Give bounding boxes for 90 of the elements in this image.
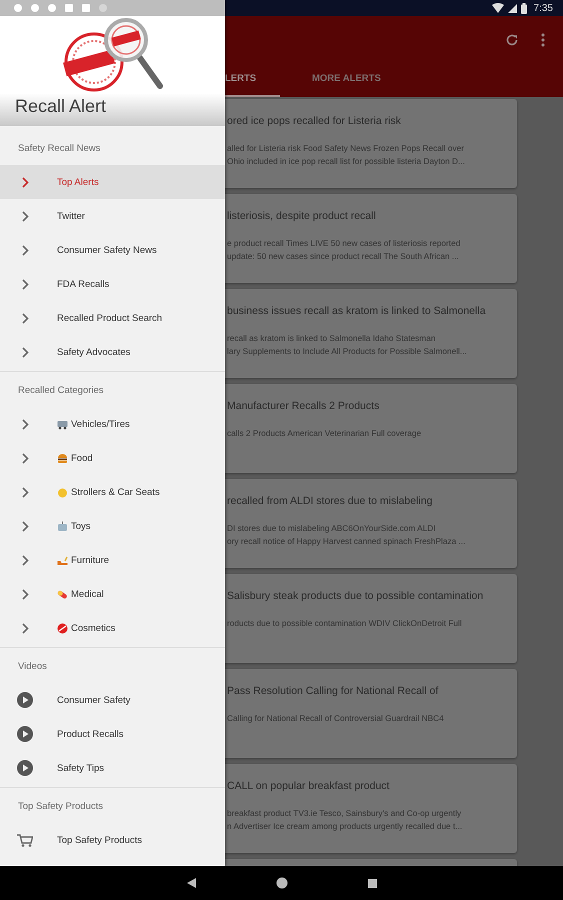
menu-item[interactable]: Vehicles/Tires bbox=[0, 407, 225, 441]
article-snippet: update: 50 new cases since product recall The South African ... bbox=[227, 251, 459, 261]
battery-icon bbox=[520, 2, 527, 14]
menu-item-label: Recalled Product Search bbox=[57, 312, 162, 324]
menu-item-label: FDA Recalls bbox=[57, 278, 110, 290]
section-heading: Safety Recall News bbox=[17, 142, 100, 156]
menu-item[interactable]: Product Recalls bbox=[0, 717, 225, 751]
menu-item[interactable]: Cosmetics bbox=[0, 611, 225, 645]
section-heading: Top Safety Products bbox=[17, 800, 104, 814]
menu-item-label: Food bbox=[71, 452, 93, 464]
chevron-icon bbox=[22, 210, 29, 222]
play-icon bbox=[17, 726, 33, 742]
article-title: ored ice pops recalled for Listeria risk bbox=[227, 115, 401, 127]
menu-item[interactable]: Twitter bbox=[0, 199, 225, 233]
article-snippet: calls 2 Products American Veterinarian Full coverage bbox=[227, 428, 422, 438]
chevron-icon bbox=[22, 452, 29, 464]
square-icon bbox=[65, 4, 73, 12]
drawer-title: Recall Alert bbox=[15, 96, 106, 117]
chevron-icon bbox=[22, 622, 29, 634]
chevron-icon bbox=[22, 278, 29, 290]
section-heading: Videos bbox=[17, 660, 47, 674]
menu-item-label: Twitter bbox=[57, 210, 85, 222]
menu-item-label: Medical bbox=[71, 588, 104, 600]
back-icon[interactable] bbox=[186, 878, 196, 888]
cart-icon bbox=[17, 834, 33, 846]
chevron-icon bbox=[22, 418, 29, 430]
menu-item-label: Top Alerts bbox=[57, 176, 99, 188]
refresh-icon[interactable] bbox=[505, 33, 519, 47]
article-title: recalled from ALDI stores due to mislabeling bbox=[227, 495, 432, 507]
menu-item[interactable]: Consumer Safety News bbox=[0, 233, 225, 267]
menu-item[interactable]: Recalled Product Search bbox=[0, 301, 225, 335]
circle-icon bbox=[99, 4, 107, 12]
menu-item[interactable]: Top Safety Products bbox=[0, 823, 225, 857]
menu-item-label: Consumer Safety News bbox=[57, 244, 157, 256]
article-snippet: DI stores due to mislabeling ABC6OnYourSide.com ALDI bbox=[227, 523, 436, 533]
article-snippet: n Advertiser Ice cream among products urgently recalled due t... bbox=[227, 821, 462, 831]
article-title: CALL on popular breakfast product bbox=[227, 780, 390, 792]
status-time: 7:35 bbox=[534, 2, 553, 14]
article-title: business issues recall as kratom is linked to Salmonella bbox=[227, 305, 486, 317]
chevron-icon bbox=[22, 486, 29, 498]
chevron-icon bbox=[22, 244, 29, 256]
menu-item[interactable]: Strollers & Car Seats bbox=[0, 475, 225, 509]
chevron-icon bbox=[22, 176, 29, 188]
menu-item[interactable]: Consumer Safety bbox=[0, 683, 225, 717]
article-snippet: ory recall notice of Happy Harvest canned spinach FreshPlaza ... bbox=[227, 536, 466, 546]
menu-item-label: Furniture bbox=[71, 554, 110, 566]
article-snippet: e product recall Times LIVE 50 new cases of listeriosis reported bbox=[227, 238, 460, 248]
chevron-icon bbox=[22, 312, 29, 324]
article-snippet: Calling for National Recall of Controversial Guardrail NBC4 bbox=[227, 713, 444, 723]
menu-item[interactable]: Medical bbox=[0, 577, 225, 611]
play-icon bbox=[17, 760, 33, 776]
chevron-icon bbox=[22, 346, 29, 358]
wifi-icon bbox=[492, 3, 504, 13]
chevron-icon bbox=[22, 588, 29, 600]
article-title: listeriosis, despite product recall bbox=[227, 210, 376, 222]
more-icon[interactable] bbox=[541, 33, 545, 47]
menu-item-label: Top Safety Products bbox=[57, 834, 142, 846]
article-snippet: breakfast product TV3.ie Tesco, Sainsbury's and Co-op urgently bbox=[227, 808, 462, 818]
article-snippet: recall as kratom is linked to Salmonella Idaho Statesman bbox=[227, 333, 436, 343]
menu-item[interactable]: Top Alerts bbox=[0, 165, 225, 199]
burger-icon bbox=[57, 452, 68, 464]
car-icon bbox=[57, 418, 68, 430]
play-icon bbox=[17, 692, 33, 708]
menu-item[interactable]: Toys bbox=[0, 509, 225, 543]
menu-item[interactable]: Safety Advocates bbox=[0, 335, 225, 369]
section-heading: Recalled Categories bbox=[17, 384, 104, 398]
chevron-icon bbox=[22, 554, 29, 566]
menu-item[interactable]: Food bbox=[0, 441, 225, 475]
article-snippet: roducts due to possible contamination WDIV ClickOnDetroit Full bbox=[227, 618, 462, 628]
chevron-icon bbox=[22, 520, 29, 532]
menu-item[interactable]: Safety Tips bbox=[0, 751, 225, 785]
menu-item-label: Consumer Safety bbox=[57, 694, 130, 706]
article-snippet: Ohio included in ice pop recall list for possible listeria Dayton D... bbox=[227, 156, 465, 166]
menu-item-label: Safety Advocates bbox=[57, 346, 130, 358]
home-icon[interactable] bbox=[276, 877, 288, 889]
article-snippet: alled for Listeria risk Food Safety News Frozen Pops Recall over bbox=[227, 143, 464, 153]
menu-item-label: Cosmetics bbox=[71, 622, 116, 634]
article-title: Pass Resolution Calling for National Recall of bbox=[227, 685, 438, 697]
article-title: Salisbury steak products due to possible contamination bbox=[227, 590, 484, 602]
menu-item-label: Safety Tips bbox=[57, 762, 104, 774]
menu-item-label: Strollers & Car Seats bbox=[71, 486, 160, 498]
menu-item[interactable]: Furniture bbox=[0, 543, 225, 577]
article-title: Manufacturer Recalls 2 Products bbox=[227, 400, 380, 412]
menu-item[interactable]: FDA Recalls bbox=[0, 267, 225, 301]
recents-icon[interactable] bbox=[368, 878, 376, 888]
menu-item-label: Vehicles/Tires bbox=[71, 418, 130, 430]
menu-item-label: Product Recalls bbox=[57, 728, 124, 740]
article-snippet: lary Supplements to Include All Products for Possible Salmonell... bbox=[227, 346, 467, 356]
menu-item-label: Toys bbox=[71, 520, 91, 532]
signal-icon bbox=[508, 4, 517, 12]
